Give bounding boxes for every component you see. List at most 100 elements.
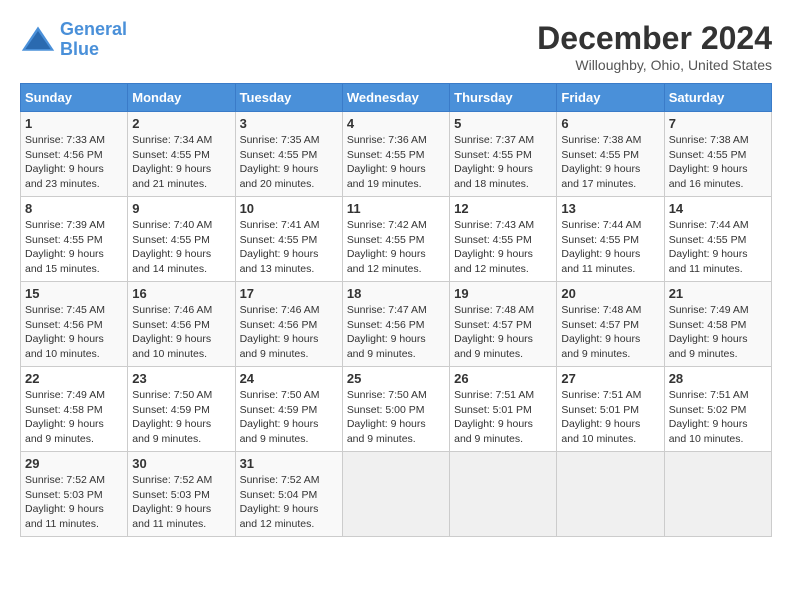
calendar-cell: 7 Sunrise: 7:38 AMSunset: 4:55 PMDaylight… bbox=[664, 112, 771, 197]
calendar-table: SundayMondayTuesdayWednesdayThursdayFrid… bbox=[20, 83, 772, 537]
day-number: 3 bbox=[240, 116, 338, 131]
weekday-header-wednesday: Wednesday bbox=[342, 84, 449, 112]
calendar-cell: 20Sunrise: 7:48 AMSunset: 4:57 PMDayligh… bbox=[557, 282, 664, 367]
day-info: Sunrise: 7:49 AMSunset: 4:58 PMDaylight:… bbox=[25, 388, 123, 447]
calendar-cell: 23Sunrise: 7:50 AMSunset: 4:59 PMDayligh… bbox=[128, 367, 235, 452]
day-number: 18 bbox=[347, 286, 445, 301]
calendar-cell: 16 Sunrise: 7:46 AMSunset: 4:56 PMDayligh… bbox=[128, 282, 235, 367]
calendar-cell: 15 Sunrise: 7:45 AMSunset: 4:56 PMDayligh… bbox=[21, 282, 128, 367]
day-number: 4 bbox=[347, 116, 445, 131]
day-number: 9 bbox=[132, 201, 230, 216]
logo-icon bbox=[20, 22, 56, 58]
calendar-cell: 27Sunrise: 7:51 AMSunset: 5:01 PMDayligh… bbox=[557, 367, 664, 452]
calendar-cell: 17 Sunrise: 7:46 AMSunset: 4:56 PMDayligh… bbox=[235, 282, 342, 367]
calendar-cell bbox=[342, 452, 449, 537]
day-number: 17 bbox=[240, 286, 338, 301]
calendar-cell: 29 Sunrise: 7:52 AMSunset: 5:03 PMDayligh… bbox=[21, 452, 128, 537]
calendar-cell: 6 Sunrise: 7:38 AMSunset: 4:55 PMDaylight… bbox=[557, 112, 664, 197]
calendar-cell bbox=[450, 452, 557, 537]
day-info: Sunrise: 7:52 AMSunset: 5:03 PMDaylight:… bbox=[132, 473, 230, 532]
calendar-cell: 28 Sunrise: 7:51 AMSunset: 5:02 PMDayligh… bbox=[664, 367, 771, 452]
calendar-cell: 10Sunrise: 7:41 AMSunset: 4:55 PMDayligh… bbox=[235, 197, 342, 282]
day-number: 16 bbox=[132, 286, 230, 301]
calendar-cell: 18 Sunrise: 7:47 AMSunset: 4:56 PMDayligh… bbox=[342, 282, 449, 367]
day-info: Sunrise: 7:49 AMSunset: 4:58 PMDaylight:… bbox=[669, 303, 767, 362]
day-info: Sunrise: 7:34 AMSunset: 4:55 PMDaylight:… bbox=[132, 133, 230, 192]
calendar-cell bbox=[557, 452, 664, 537]
day-number: 5 bbox=[454, 116, 552, 131]
day-info: Sunrise: 7:43 AMSunset: 4:55 PMDaylight:… bbox=[454, 218, 552, 277]
weekday-header-saturday: Saturday bbox=[664, 84, 771, 112]
day-info: Sunrise: 7:51 AMSunset: 5:02 PMDaylight:… bbox=[669, 388, 767, 447]
day-number: 7 bbox=[669, 116, 767, 131]
calendar-week-row: 29 Sunrise: 7:52 AMSunset: 5:03 PMDayligh… bbox=[21, 452, 772, 537]
day-info: Sunrise: 7:37 AMSunset: 4:55 PMDaylight:… bbox=[454, 133, 552, 192]
day-info: Sunrise: 7:38 AMSunset: 4:55 PMDaylight:… bbox=[561, 133, 659, 192]
day-info: Sunrise: 7:36 AMSunset: 4:55 PMDaylight:… bbox=[347, 133, 445, 192]
calendar-week-row: 15 Sunrise: 7:45 AMSunset: 4:56 PMDayligh… bbox=[21, 282, 772, 367]
weekday-header-sunday: Sunday bbox=[21, 84, 128, 112]
day-number: 19 bbox=[454, 286, 552, 301]
day-info: Sunrise: 7:46 AMSunset: 4:56 PMDaylight:… bbox=[240, 303, 338, 362]
calendar-cell: 9Sunrise: 7:40 AMSunset: 4:55 PMDaylight… bbox=[128, 197, 235, 282]
calendar-cell: 14 Sunrise: 7:44 AMSunset: 4:55 PMDayligh… bbox=[664, 197, 771, 282]
day-number: 23 bbox=[132, 371, 230, 386]
weekday-header-friday: Friday bbox=[557, 84, 664, 112]
logo: General Blue bbox=[20, 20, 127, 60]
weekday-header-monday: Monday bbox=[128, 84, 235, 112]
day-info: Sunrise: 7:38 AMSunset: 4:55 PMDaylight:… bbox=[669, 133, 767, 192]
day-info: Sunrise: 7:46 AMSunset: 4:56 PMDaylight:… bbox=[132, 303, 230, 362]
location: Willoughby, Ohio, United States bbox=[537, 57, 772, 73]
weekday-header-thursday: Thursday bbox=[450, 84, 557, 112]
calendar-week-row: 1 Sunrise: 7:33 AMSunset: 4:56 PMDaylight… bbox=[21, 112, 772, 197]
day-info: Sunrise: 7:51 AMSunset: 5:01 PMDaylight:… bbox=[454, 388, 552, 447]
weekday-header-row: SundayMondayTuesdayWednesdayThursdayFrid… bbox=[21, 84, 772, 112]
day-number: 2 bbox=[132, 116, 230, 131]
day-number: 14 bbox=[669, 201, 767, 216]
day-number: 1 bbox=[25, 116, 123, 131]
day-number: 24 bbox=[240, 371, 338, 386]
day-number: 11 bbox=[347, 201, 445, 216]
day-number: 15 bbox=[25, 286, 123, 301]
calendar-week-row: 8 Sunrise: 7:39 AMSunset: 4:55 PMDaylight… bbox=[21, 197, 772, 282]
calendar-cell: 2 Sunrise: 7:34 AMSunset: 4:55 PMDaylight… bbox=[128, 112, 235, 197]
month-title: December 2024 bbox=[537, 20, 772, 57]
calendar-cell: 21 Sunrise: 7:49 AMSunset: 4:58 PMDayligh… bbox=[664, 282, 771, 367]
calendar-cell: 12Sunrise: 7:43 AMSunset: 4:55 PMDayligh… bbox=[450, 197, 557, 282]
calendar-cell: 30Sunrise: 7:52 AMSunset: 5:03 PMDayligh… bbox=[128, 452, 235, 537]
day-info: Sunrise: 7:48 AMSunset: 4:57 PMDaylight:… bbox=[454, 303, 552, 362]
day-number: 26 bbox=[454, 371, 552, 386]
weekday-header-tuesday: Tuesday bbox=[235, 84, 342, 112]
logo-text: General Blue bbox=[60, 20, 127, 60]
calendar-cell: 8 Sunrise: 7:39 AMSunset: 4:55 PMDaylight… bbox=[21, 197, 128, 282]
day-number: 21 bbox=[669, 286, 767, 301]
title-block: December 2024 Willoughby, Ohio, United S… bbox=[537, 20, 772, 73]
day-number: 29 bbox=[25, 456, 123, 471]
day-number: 8 bbox=[25, 201, 123, 216]
day-number: 28 bbox=[669, 371, 767, 386]
day-info: Sunrise: 7:44 AMSunset: 4:55 PMDaylight:… bbox=[669, 218, 767, 277]
day-number: 27 bbox=[561, 371, 659, 386]
day-number: 22 bbox=[25, 371, 123, 386]
day-number: 20 bbox=[561, 286, 659, 301]
day-info: Sunrise: 7:39 AMSunset: 4:55 PMDaylight:… bbox=[25, 218, 123, 277]
day-info: Sunrise: 7:41 AMSunset: 4:55 PMDaylight:… bbox=[240, 218, 338, 277]
day-info: Sunrise: 7:42 AMSunset: 4:55 PMDaylight:… bbox=[347, 218, 445, 277]
day-info: Sunrise: 7:45 AMSunset: 4:56 PMDaylight:… bbox=[25, 303, 123, 362]
day-number: 6 bbox=[561, 116, 659, 131]
day-info: Sunrise: 7:52 AMSunset: 5:03 PMDaylight:… bbox=[25, 473, 123, 532]
calendar-cell: 5 Sunrise: 7:37 AMSunset: 4:55 PMDaylight… bbox=[450, 112, 557, 197]
calendar-cell: 24 Sunrise: 7:50 AMSunset: 4:59 PMDayligh… bbox=[235, 367, 342, 452]
calendar-cell: 22 Sunrise: 7:49 AMSunset: 4:58 PMDayligh… bbox=[21, 367, 128, 452]
calendar-cell: 19 Sunrise: 7:48 AMSunset: 4:57 PMDayligh… bbox=[450, 282, 557, 367]
day-info: Sunrise: 7:50 AMSunset: 4:59 PMDaylight:… bbox=[240, 388, 338, 447]
day-number: 31 bbox=[240, 456, 338, 471]
day-info: Sunrise: 7:52 AMSunset: 5:04 PMDaylight:… bbox=[240, 473, 338, 532]
calendar-cell: 1 Sunrise: 7:33 AMSunset: 4:56 PMDaylight… bbox=[21, 112, 128, 197]
day-number: 25 bbox=[347, 371, 445, 386]
day-info: Sunrise: 7:44 AMSunset: 4:55 PMDaylight:… bbox=[561, 218, 659, 277]
day-info: Sunrise: 7:33 AMSunset: 4:56 PMDaylight:… bbox=[25, 133, 123, 192]
calendar-cell: 13Sunrise: 7:44 AMSunset: 4:55 PMDayligh… bbox=[557, 197, 664, 282]
page-header: General Blue December 2024 Willoughby, O… bbox=[20, 20, 772, 73]
day-info: Sunrise: 7:47 AMSunset: 4:56 PMDaylight:… bbox=[347, 303, 445, 362]
